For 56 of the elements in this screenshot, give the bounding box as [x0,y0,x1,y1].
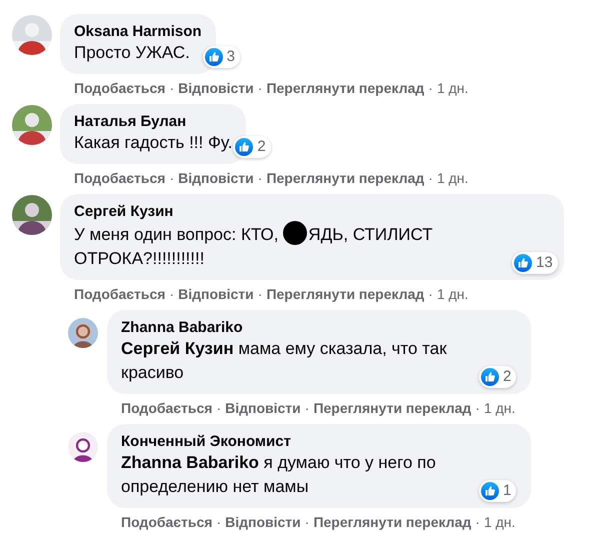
separator-dot: · [304,399,310,418]
action-link[interactable]: Подобається [121,398,212,418]
action-link[interactable]: Відповісти [178,284,254,304]
thumbs-up-icon [481,368,499,386]
timestamp: 1 дн. [436,169,468,188]
separator-dot: · [475,399,480,418]
author-name[interactable]: Oksana Harmison [74,22,202,41]
separator-dot: · [169,169,174,188]
comment-text: Какая гадость !!! Фу. [74,133,232,152]
thumbs-up-icon [481,482,499,500]
timestamp: 1 дн. [484,399,516,418]
action-link[interactable]: Переглянути переклад [313,398,472,418]
timestamp: 1 дн. [436,285,468,304]
comment-text: ОТРОКА?!!!!!!!!!!! [74,248,204,270]
author-name[interactable]: Сергей Кузин [74,202,550,221]
separator-dot: · [304,513,310,532]
separator-dot: · [258,169,262,188]
separator-dot: · [258,79,262,98]
action-link[interactable]: Переглянути переклад [266,168,424,188]
action-link[interactable]: Відповісти [178,78,254,98]
separator-dot: · [475,513,480,532]
separator-dot: · [169,285,174,304]
comment-text: Просто УЖАС. [74,43,190,62]
comment-text: ЯДЬ, СТИЛИСТ [308,224,433,246]
action-link[interactable]: Подобається [121,512,212,532]
comment-text: У меня один вопрос: КТО, [74,224,278,246]
separator-dot: · [216,513,222,532]
comment-text: Zhanna Babariko я думаю что у него по определению нет мамы [121,453,436,496]
author-name[interactable]: Конченный Экономист [121,432,481,451]
censor-blot [283,221,308,245]
action-link[interactable]: Подобається [74,78,166,98]
reaction-badge[interactable]: 3 [202,46,240,68]
separator-dot: · [258,285,262,304]
action-link[interactable]: Відповісти [225,512,301,532]
separator-dot: · [428,285,433,304]
action-link[interactable]: Переглянути переклад [266,78,424,98]
reaction-badge[interactable]: 13 [512,252,558,274]
action-link[interactable]: Переглянути переклад [266,284,424,304]
action-link[interactable]: Відповісти [225,398,301,418]
author-name[interactable]: Наталья Булан [74,112,232,131]
action-link[interactable]: Переглянути переклад [313,512,472,532]
timestamp: 1 дн. [484,513,516,532]
thumbs-up-icon [204,48,223,66]
action-link[interactable]: Подобається [74,168,166,188]
action-link[interactable]: Подобається [74,284,166,304]
thumbs-up-icon [235,138,254,156]
separator-dot: · [216,399,222,418]
reaction-badge[interactable]: 2 [233,136,271,158]
author-name[interactable]: Zhanna Babariko [121,318,481,337]
thumbs-up-icon [514,254,532,272]
comment-text: Сергей Кузин мама ему сказала, что так красиво [121,339,447,382]
action-link[interactable]: Відповісти [178,168,254,188]
timestamp: 1 дн. [436,79,468,98]
separator-dot: · [428,169,433,188]
separator-dot: · [428,79,433,98]
separator-dot: · [169,79,174,98]
